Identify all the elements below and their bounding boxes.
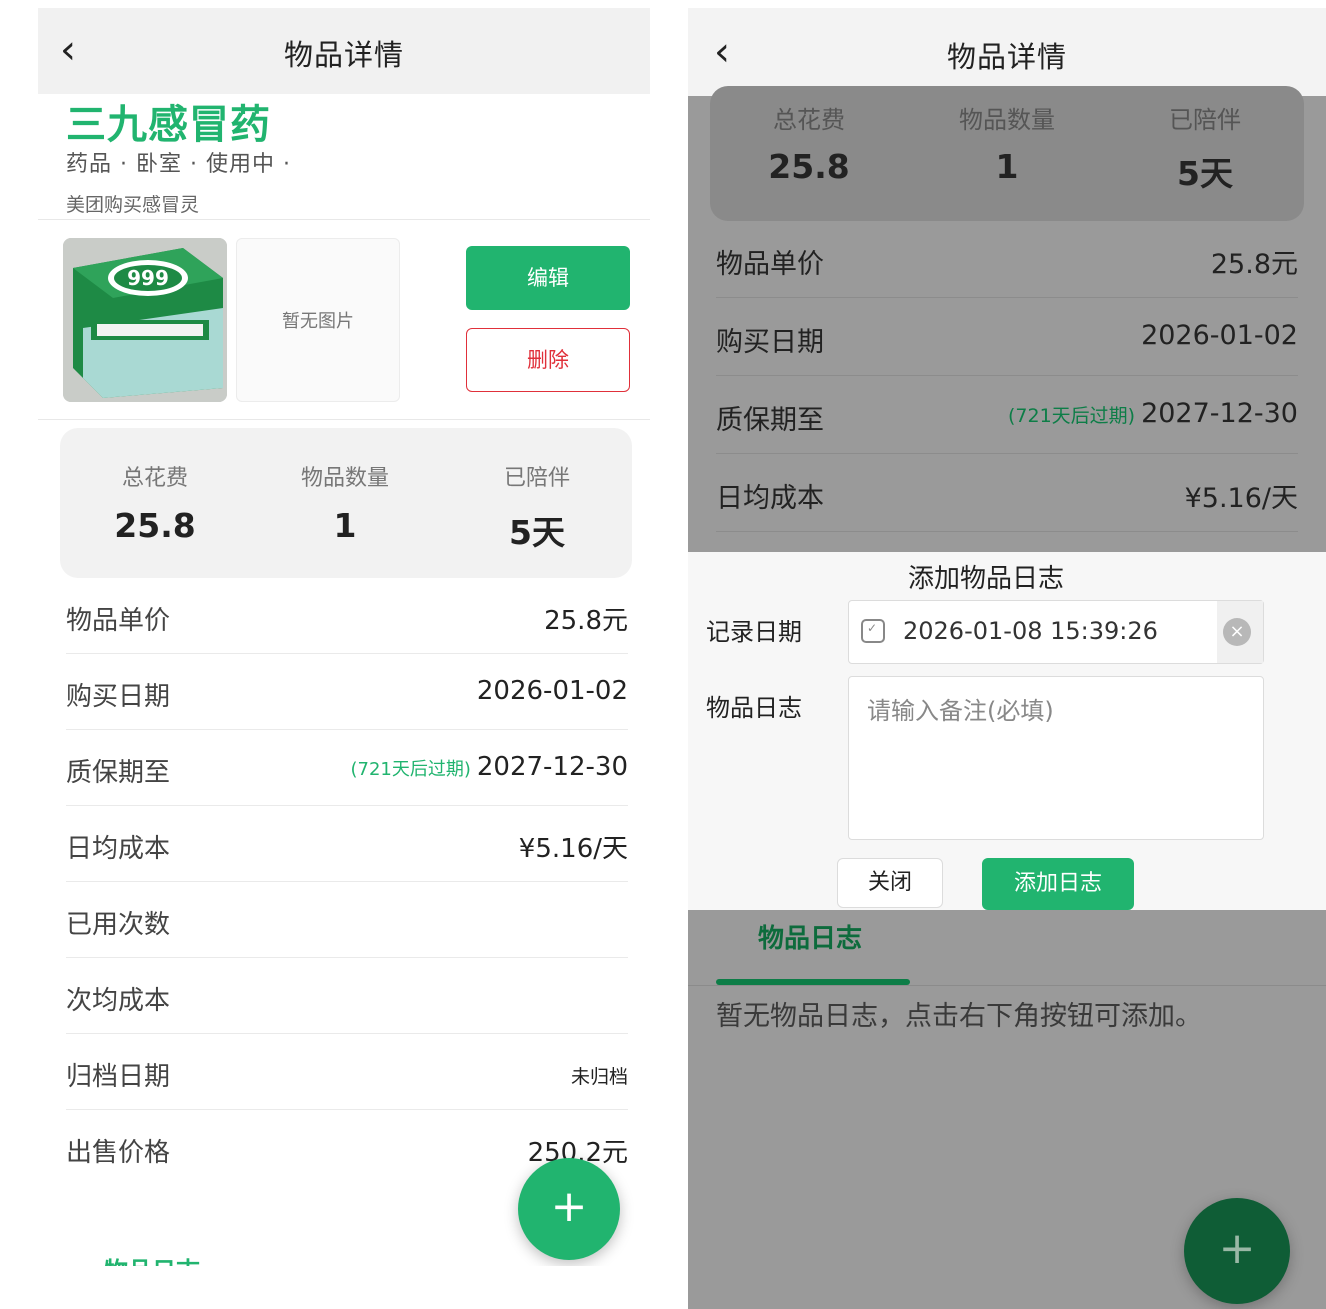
stat-label: 已陪伴 <box>503 466 570 491</box>
row-value: 2027-12-30 <box>476 752 628 782</box>
date-label: 记录日期 <box>706 618 802 646</box>
row-label: 日均成本 <box>716 483 824 514</box>
add-log-button[interactable]: 添加日志 <box>982 858 1134 910</box>
divider <box>688 985 1326 986</box>
svg-text:999: 999 <box>127 266 169 290</box>
row-label: 归档日期 <box>66 1062 171 1092</box>
row-label: 已用次数 <box>66 910 171 940</box>
stat-label: 总花费 <box>121 466 188 491</box>
plus-icon: + <box>1218 1223 1256 1274</box>
detail-row-per-use-cost: 次均成本 <box>66 958 628 1034</box>
clear-icon[interactable]: × <box>1223 618 1251 646</box>
detail-row-warranty: 质保期至 (721天后过期) 2027-12-30 <box>66 730 628 806</box>
expiry-countdown: (721天后过期) <box>350 759 471 780</box>
row-label: 购买日期 <box>716 327 824 358</box>
add-log-dialog: 添加物品日志 记录日期 2026-01-08 15:39:26 × 物品日志 请… <box>688 552 1326 910</box>
nav-bar: ‹ 物品详情 <box>688 8 1326 96</box>
detail-row-archive-date: 归档日期 未归档 <box>66 1034 628 1110</box>
item-note: 美团购买感冒灵 <box>66 194 200 216</box>
divider <box>38 219 650 220</box>
stat-value: 5天 <box>509 513 565 552</box>
row-label: 日均成本 <box>66 834 171 864</box>
page-title: 物品详情 <box>946 40 1067 74</box>
stat-quantity: 物品数量 1 <box>908 86 1106 186</box>
row-label: 物品单价 <box>716 249 824 280</box>
close-button[interactable]: 关闭 <box>837 858 943 908</box>
row-value: 25.8元 <box>1210 249 1298 280</box>
left-screen: ‹ 物品详情 三九感冒药 药品 · 卧室 · 使用中 · 美团购买感冒灵 999… <box>38 8 650 1266</box>
item-log-tab[interactable]: 物品日志 <box>104 1251 200 1266</box>
row-value: 2027-12-30 <box>1141 398 1298 429</box>
row-label: 购买日期 <box>66 682 171 712</box>
divider <box>38 419 650 420</box>
add-button[interactable]: + <box>518 1158 620 1260</box>
row-value: 2026-01-02 <box>476 676 628 706</box>
detail-row-daily-cost: 日均成本 ¥5.16/天 <box>716 454 1298 532</box>
item-name: 三九感冒药 <box>66 102 271 148</box>
item-meta: 药品 · 卧室 · 使用中 · <box>66 152 291 177</box>
detail-row-unit-price: 物品单价 25.8元 <box>716 220 1298 298</box>
detail-row-use-count: 已用次数 <box>66 882 628 958</box>
stat-companion-days: 已陪伴 5天 <box>1106 86 1304 195</box>
add-button[interactable]: + <box>1184 1198 1290 1304</box>
calendar-icon <box>861 619 885 643</box>
stat-label: 总花费 <box>773 106 845 134</box>
row-value-group: (721天后过期) 2027-12-30 <box>1008 398 1298 429</box>
stat-quantity: 物品数量 1 <box>250 428 440 545</box>
stat-value: 25.8 <box>768 147 850 186</box>
date-picker-field[interactable]: 2026-01-08 15:39:26 × <box>848 600 1264 664</box>
row-value-group: (721天后过期) 2027-12-30 <box>350 752 628 782</box>
detail-list: 物品单价 25.8元 购买日期 2026-01-02 质保期至 (721天后过期… <box>66 578 628 1185</box>
no-image-text: 暂无图片 <box>282 311 354 332</box>
detail-list: 物品单价 25.8元 购买日期 2026-01-02 质保期至 (721天后过期… <box>716 220 1298 532</box>
row-label: 质保期至 <box>66 758 171 788</box>
stat-companion-days: 已陪伴 5天 <box>442 428 632 554</box>
edit-button[interactable]: 编辑 <box>466 246 630 310</box>
right-screen: ‹ 物品详情 总花费 25.8 物品数量 1 已陪伴 5天 物品单价 25.8元… <box>688 8 1326 1309</box>
item-log-tab[interactable]: 物品日志 <box>758 918 862 955</box>
log-placeholder: 请输入备注(必填) <box>867 697 1054 725</box>
medicine-box-image: 999 <box>63 238 227 402</box>
stat-total-cost: 总花费 25.8 <box>710 86 908 186</box>
detail-row-daily-cost: 日均成本 ¥5.16/天 <box>66 806 628 882</box>
detail-row-unit-price: 物品单价 25.8元 <box>66 578 628 654</box>
no-image-placeholder[interactable]: 暂无图片 <box>236 238 400 402</box>
row-label: 质保期至 <box>716 405 824 436</box>
stat-value: 5天 <box>1177 154 1233 193</box>
row-value: ¥5.16/天 <box>518 834 628 864</box>
expiry-countdown: (721天后过期) <box>1007 405 1136 427</box>
stat-value: 25.8 <box>114 506 196 545</box>
clear-area[interactable]: × <box>1217 601 1263 663</box>
detail-row-purchase-date: 购买日期 2026-01-02 <box>716 298 1298 376</box>
stat-label: 物品数量 <box>300 466 389 491</box>
row-value: ¥5.16/天 <box>1184 483 1298 514</box>
dialog-title: 添加物品日志 <box>907 564 1064 594</box>
row-label: 物品单价 <box>66 606 171 636</box>
row-value: 2026-01-02 <box>1141 320 1298 351</box>
plus-icon: + <box>550 1181 588 1232</box>
nav-bar: ‹ 物品详情 <box>38 8 650 94</box>
date-value: 2026-01-08 15:39:26 <box>903 617 1158 645</box>
row-value: 未归档 <box>570 1066 628 1088</box>
detail-row-warranty: 质保期至 (721天后过期) 2027-12-30 <box>716 376 1298 454</box>
item-photo[interactable]: 999 <box>63 238 227 402</box>
delete-button[interactable]: 删除 <box>466 328 630 392</box>
row-label: 次均成本 <box>66 986 171 1016</box>
row-label: 出售价格 <box>66 1138 171 1168</box>
page-title: 物品详情 <box>283 38 404 72</box>
stat-label: 物品数量 <box>959 106 1055 134</box>
stats-card: 总花费 25.8 物品数量 1 已陪伴 5天 <box>710 86 1304 221</box>
log-textarea[interactable]: 请输入备注(必填) <box>848 676 1264 840</box>
stat-value: 1 <box>995 147 1019 186</box>
detail-row-purchase-date: 购买日期 2026-01-02 <box>66 654 628 730</box>
empty-log-message: 暂无物品日志，点击右下角按钮可添加。 <box>716 1001 1202 1032</box>
log-label: 物品日志 <box>706 694 802 722</box>
stat-label: 已陪伴 <box>1169 106 1241 134</box>
stat-total-cost: 总花费 25.8 <box>60 428 250 545</box>
row-value: 25.8元 <box>544 606 628 636</box>
stat-value: 1 <box>333 506 357 545</box>
stats-card: 总花费 25.8 物品数量 1 已陪伴 5天 <box>60 428 632 578</box>
